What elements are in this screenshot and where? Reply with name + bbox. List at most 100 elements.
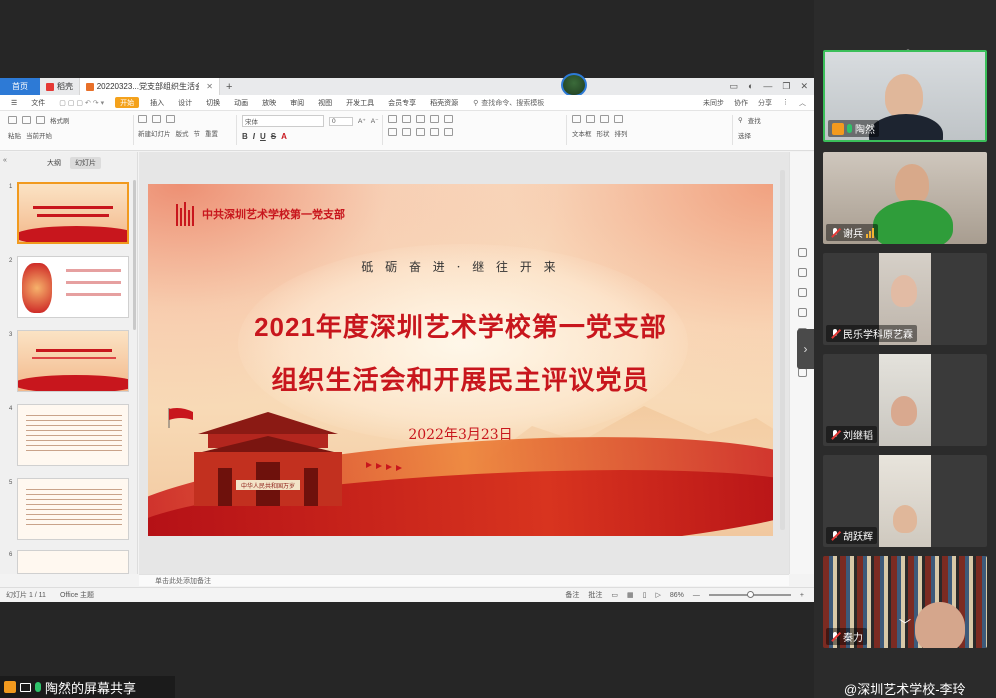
numbered-list-icon[interactable] [402, 115, 411, 123]
zoom-in-icon[interactable]: + [800, 592, 804, 599]
justify-icon[interactable] [430, 128, 439, 136]
textbox-label[interactable]: 文本框 [572, 128, 592, 138]
menu-transition[interactable]: 切换 [199, 95, 227, 111]
bold-icon[interactable]: B [242, 132, 248, 141]
tab-document[interactable]: 20220323...党支部组织生活会 ✕ [80, 78, 220, 95]
picture-icon[interactable] [614, 115, 623, 123]
menu-animation[interactable]: 动画 [227, 95, 255, 111]
find-icon[interactable]: ⚲ [738, 116, 743, 124]
menu-insert[interactable]: 插入 [143, 95, 171, 111]
menu-developer[interactable]: 开发工具 [339, 95, 381, 111]
font-color-icon[interactable]: A [281, 132, 287, 141]
canvas-vertical-scrollbar[interactable] [780, 170, 785, 530]
participant-tile[interactable]: 民乐学科原艺霖 [823, 253, 987, 345]
columns-icon[interactable] [444, 128, 453, 136]
font-grow-icon[interactable]: A⁺ [358, 117, 366, 125]
tool-icon[interactable] [798, 248, 807, 257]
collapse-ribbon-icon[interactable]: ︿ [799, 98, 806, 108]
font-name-select[interactable]: 宋体 [242, 115, 324, 127]
collapse-pane-icon[interactable]: « [3, 157, 7, 164]
menu-slideshow[interactable]: 放映 [255, 95, 283, 111]
scroll-down-icon[interactable]: ﹀ [899, 616, 911, 633]
layout-icon[interactable] [152, 115, 161, 123]
zoom-slider[interactable] [708, 591, 791, 598]
new-tab-button[interactable]: + [220, 81, 238, 93]
layout-icon[interactable]: ▭ [729, 81, 738, 92]
command-search[interactable]: ⚲ 查找命令、搜索模板 [465, 98, 552, 108]
participant-tile[interactable]: 秦力 ﹀ [823, 556, 987, 648]
user-icon[interactable]: ◐ [748, 81, 753, 92]
collab-button[interactable]: 协作 [734, 98, 748, 108]
arrange-label[interactable]: 排列 [615, 128, 628, 138]
format-painter-icon[interactable] [36, 116, 45, 124]
notes-toggle[interactable]: 备注 [565, 590, 579, 600]
tab-home[interactable]: 首页 [0, 78, 40, 95]
tool-icon[interactable] [798, 368, 807, 377]
notes-pane[interactable]: 单击此处添加备注 [139, 574, 789, 586]
paste-icon[interactable] [8, 116, 17, 124]
paste-label[interactable]: 粘贴 [8, 130, 21, 140]
comments-toggle[interactable]: 批注 [588, 590, 602, 600]
tab-outline[interactable]: 大纲 [42, 157, 66, 169]
sorter-view-icon[interactable]: ▦ [627, 591, 634, 599]
minimize-button[interactable]: — [763, 81, 772, 92]
shapes-label[interactable]: 形状 [597, 128, 610, 138]
tool-icon[interactable] [798, 268, 807, 277]
menu-design[interactable]: 设计 [171, 95, 199, 111]
slide-canvas[interactable]: 中共深圳艺术学校第一党支部 砥 砺 奋 进 · 继 往 开 来 2021年度深圳… [139, 152, 789, 574]
shapes-icon[interactable] [586, 115, 595, 123]
section-icon[interactable] [166, 115, 175, 123]
menu-file[interactable]: 文件 [24, 95, 52, 111]
select-label[interactable]: 选择 [738, 130, 751, 140]
align-center-icon[interactable] [402, 128, 411, 136]
participant-tile[interactable]: 刘继韬 [823, 354, 987, 446]
participant-tile[interactable]: 陶然 [823, 50, 987, 142]
menu-docer-resources[interactable]: 稻壳资源 [423, 95, 465, 111]
indent-icon[interactable] [416, 115, 425, 123]
new-slide-label[interactable]: 新建幻灯片 [138, 128, 171, 138]
cut-icon[interactable] [22, 116, 31, 124]
menu-review[interactable]: 审阅 [283, 95, 311, 111]
zoom-slider-knob[interactable] [746, 591, 754, 598]
close-window-button[interactable]: ✕ [800, 81, 808, 92]
zoom-level[interactable]: 86% [670, 592, 684, 599]
close-tab-icon[interactable]: ✕ [206, 82, 213, 91]
current-start-label[interactable]: 当前开始 [26, 130, 52, 140]
menu-icon[interactable]: ☰ [4, 95, 24, 111]
expand-panel-arrow-icon[interactable]: › [797, 329, 814, 369]
reading-view-icon[interactable]: ▯ [643, 591, 647, 599]
participant-tile[interactable]: 胡跃辉 [823, 455, 987, 547]
reset-label[interactable]: 重置 [205, 128, 218, 138]
new-slide-icon[interactable] [138, 115, 147, 123]
layout-label[interactable]: 版式 [176, 128, 189, 138]
more-icon[interactable]: ⋮ [782, 98, 789, 108]
current-slide[interactable]: 中共深圳艺术学校第一党支部 砥 砺 奋 进 · 继 往 开 来 2021年度深圳… [148, 184, 773, 536]
normal-view-icon[interactable]: ▭ [611, 591, 618, 599]
tool-icon[interactable] [798, 288, 807, 297]
font-shrink-icon[interactable]: A⁻ [371, 117, 379, 125]
sync-status[interactable]: 未同步 [703, 98, 724, 108]
italic-icon[interactable]: I [253, 132, 255, 141]
zoom-out-icon[interactable]: — [693, 592, 700, 599]
underline-icon[interactable]: U [260, 132, 266, 141]
play-icon[interactable]: ▷ [656, 591, 661, 599]
slide-thumbnail-6[interactable] [17, 550, 129, 574]
menu-vip[interactable]: 会员专享 [381, 95, 423, 111]
text-direction-icon[interactable] [444, 115, 453, 123]
tool-icon[interactable] [798, 308, 807, 317]
strike-icon[interactable]: S [271, 132, 276, 141]
align-left-icon[interactable] [388, 128, 397, 136]
participant-tile[interactable]: 谢兵 [823, 152, 987, 244]
section-label[interactable]: 节 [194, 128, 201, 138]
slide-thumbnail-1[interactable] [17, 182, 129, 244]
textbox-icon[interactable] [572, 115, 581, 123]
bullet-list-icon[interactable] [388, 115, 397, 123]
tab-slides[interactable]: 幻灯片 [70, 157, 101, 169]
slide-thumbnail-4[interactable] [17, 404, 129, 466]
share-button[interactable]: 分享 [758, 98, 772, 108]
slide-thumbnail-3[interactable] [17, 330, 129, 392]
menu-home[interactable]: 开始 [115, 97, 140, 108]
line-spacing-icon[interactable] [430, 115, 439, 123]
align-right-icon[interactable] [416, 128, 425, 136]
arrange-icon[interactable] [600, 115, 609, 123]
